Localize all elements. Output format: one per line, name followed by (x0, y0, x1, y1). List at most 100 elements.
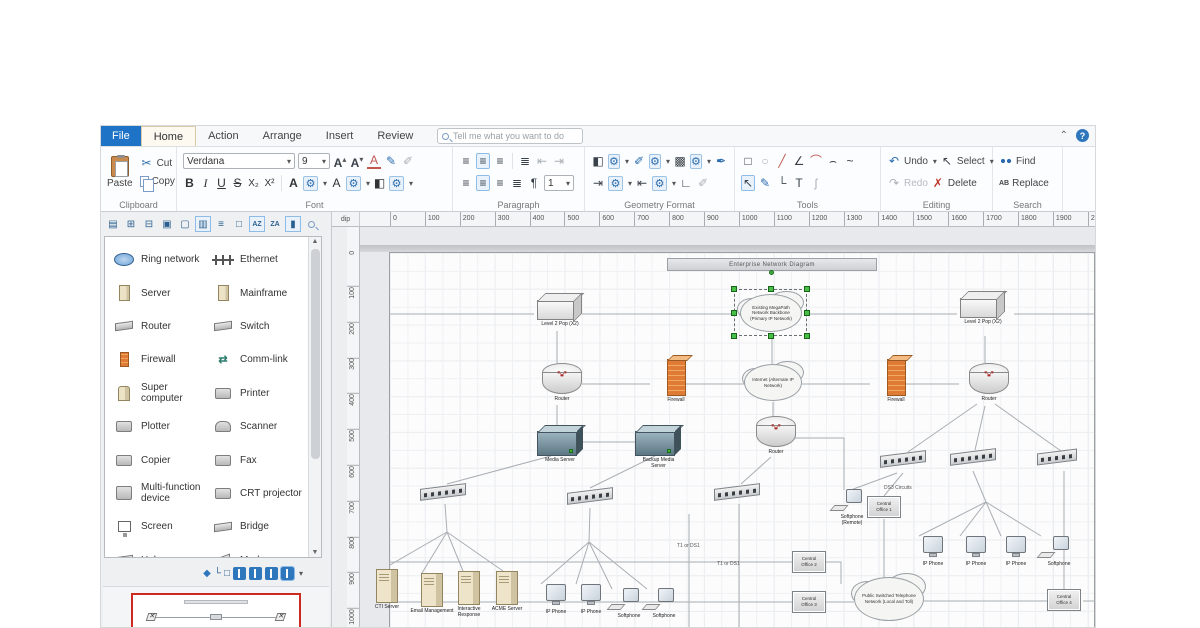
sort-za-icon[interactable]: ZA (267, 216, 283, 232)
shape-item-comm-link[interactable]: ⇄Comm-link (208, 343, 307, 376)
tab-file[interactable]: File (101, 126, 141, 146)
subscript-button[interactable]: X₂ (247, 178, 260, 189)
sort-az-icon[interactable]: AZ (249, 216, 265, 232)
megapath-cloud[interactable]: Existing MegaPath Network Backbone (Prim… (740, 294, 802, 332)
node-central-office-3[interactable]: Central Office 3 (792, 591, 826, 613)
shape-item-server[interactable]: Server (109, 276, 208, 309)
line-style-icon[interactable]: ✐ (632, 154, 646, 168)
connector-icon[interactable]: └ (214, 568, 221, 579)
node-switch-5[interactable] (950, 451, 996, 463)
new-stencil-icon[interactable]: ⊞ (123, 216, 139, 232)
block-settings-gear-icon[interactable]: ⚙ (389, 176, 404, 191)
tab-review[interactable]: Review (365, 126, 425, 146)
shape-item-firewall[interactable]: Firewall (109, 343, 208, 376)
shape-item-ethernet[interactable]: Ethernet (208, 243, 307, 276)
distribute-icon[interactable]: ⇤ (635, 176, 649, 190)
text-tool-icon[interactable]: T (792, 176, 806, 190)
collapse-ribbon-icon[interactable]: ⌃ (1060, 130, 1068, 141)
eyedropper-icon[interactable]: ✒ (714, 154, 728, 168)
shape-item-copier[interactable]: Copier (109, 443, 208, 476)
selected-shape[interactable]: Existing MegaPath Network Backbone (Prim… (734, 289, 807, 336)
scroll-down-icon[interactable]: ▼ (309, 549, 321, 556)
fill-gear-icon[interactable]: ⚙ (608, 154, 620, 169)
node-acme-server[interactable]: ACME Server (490, 571, 524, 612)
superscript-button[interactable]: X² (263, 178, 276, 189)
selection-handle[interactable] (804, 310, 810, 316)
stencil-pane-4-icon[interactable] (281, 567, 294, 580)
node-switch-1[interactable] (420, 486, 466, 498)
shape-item-hub[interactable]: Hub (109, 544, 208, 558)
node-switch-6[interactable] (1037, 451, 1077, 463)
curve-tool-icon[interactable]: ⌢ (826, 154, 840, 168)
cut-button[interactable]: ✂ Cut (140, 156, 175, 171)
shape-item-bridge[interactable]: Bridge (208, 510, 307, 543)
open-stencil-icon[interactable]: ⊟ (141, 216, 157, 232)
shape-search-icon[interactable] (303, 216, 319, 232)
shape-item-multi-function-device[interactable]: Multi-function device (109, 477, 208, 510)
brush-icon[interactable]: ✐ (401, 154, 415, 168)
freeform-tool-icon[interactable]: ʃ (809, 176, 823, 190)
align-top-icon[interactable]: ≡ (459, 154, 473, 168)
undo-button[interactable]: ↶ Undo ▾ (887, 154, 937, 169)
node-pstn-cloud[interactable]: Public Switched Telephone Network (Local… (854, 577, 924, 621)
thumbnail-view-icon[interactable]: □ (231, 216, 247, 232)
shape-item-fax[interactable]: Fax (208, 443, 307, 476)
monitor-icon[interactable]: □ (224, 568, 230, 579)
node-internet-cloud[interactable]: Internet (Alternate IP Network) (744, 364, 802, 401)
selected-shape-preview[interactable] (131, 593, 301, 628)
tab-home[interactable]: Home (141, 126, 196, 146)
node-cti-server[interactable]: CTI Server (370, 569, 404, 610)
line-tool-icon[interactable]: ╱ (775, 154, 789, 168)
node-firewall-left[interactable]: Firewall (650, 359, 702, 403)
help-icon[interactable]: ? (1076, 129, 1089, 142)
spline-tool-icon[interactable]: ~ (843, 154, 857, 168)
scroll-up-icon[interactable]: ▲ (309, 238, 321, 245)
shape-item-scanner[interactable]: Scanner (208, 410, 307, 443)
scroll-thumb[interactable] (311, 249, 320, 459)
node-pop-right[interactable]: Level 2 Pop (X2) (957, 290, 1009, 325)
more-panes-icon[interactable]: ▾ (299, 569, 303, 578)
format-painter-icon[interactable]: ✎ (384, 154, 398, 168)
shape-item-router[interactable]: Router (109, 310, 208, 343)
tab-insert[interactable]: Insert (314, 126, 366, 146)
node-backup-media-server[interactable]: Backup Media Server (635, 424, 682, 469)
stencil-panel-icon[interactable]: ▮ (285, 216, 301, 232)
align-middle-icon[interactable]: ≡ (476, 153, 490, 169)
node-router-right[interactable]: ↔↔ Router (963, 363, 1015, 402)
shape-item-crt-projector[interactable]: CRT projector (208, 477, 307, 510)
selection-handle[interactable] (804, 286, 810, 292)
node-router-center[interactable]: ↔↔ Router (750, 416, 802, 455)
font-color-button[interactable]: A (367, 153, 381, 169)
node-central-office-4[interactable]: Central Office 4 (1047, 589, 1081, 611)
stencil-pane-1-icon[interactable] (233, 567, 246, 580)
stencil-pane-2-icon[interactable] (249, 567, 262, 580)
stencil-pane-3-icon[interactable] (265, 567, 278, 580)
save-stencil-icon[interactable]: ▣ (159, 216, 175, 232)
shape-item-printer[interactable]: Printer (208, 377, 307, 410)
node-switch-3[interactable] (714, 486, 760, 498)
align-right-icon[interactable]: ≡ (493, 176, 507, 190)
shape-item-modem[interactable]: Modem (208, 544, 307, 558)
align-bottom-icon[interactable]: ≡ (493, 154, 507, 168)
tab-arrange[interactable]: Arrange (251, 126, 314, 146)
polyline-tool-icon[interactable]: ∠ (792, 154, 806, 168)
icons-view-icon[interactable]: ▥ (195, 216, 211, 232)
shadow-gear-icon[interactable]: ⚙ (690, 154, 702, 169)
bullets-icon[interactable]: ≣ (518, 154, 532, 168)
char-settings-gear-icon[interactable]: ⚙ (346, 176, 361, 191)
shape-item-switch[interactable]: Switch (208, 310, 307, 343)
node-switch-4[interactable] (880, 453, 926, 465)
node-router-left[interactable]: ↔↔ Router (536, 363, 588, 402)
rectangle-tool-icon[interactable]: □ (741, 154, 755, 168)
justify-icon[interactable]: ≣ (510, 176, 524, 190)
indent-right-icon[interactable]: ⇥ (552, 154, 566, 168)
shape-fill-icon[interactable]: ◆ (203, 568, 211, 579)
find-button[interactable]: Find (999, 154, 1035, 169)
node-firewall-right[interactable]: Firewall (870, 359, 922, 403)
glue-icon[interactable]: ⇥ (591, 176, 605, 190)
node-switch-2[interactable] (567, 490, 613, 502)
line-gear-icon[interactable]: ⚙ (649, 154, 661, 169)
node-pop-left[interactable]: Level 2 Pop (X2) (534, 292, 586, 327)
selection-handle[interactable] (731, 286, 737, 292)
line-spacing-select[interactable]: 1▾ (544, 175, 574, 191)
